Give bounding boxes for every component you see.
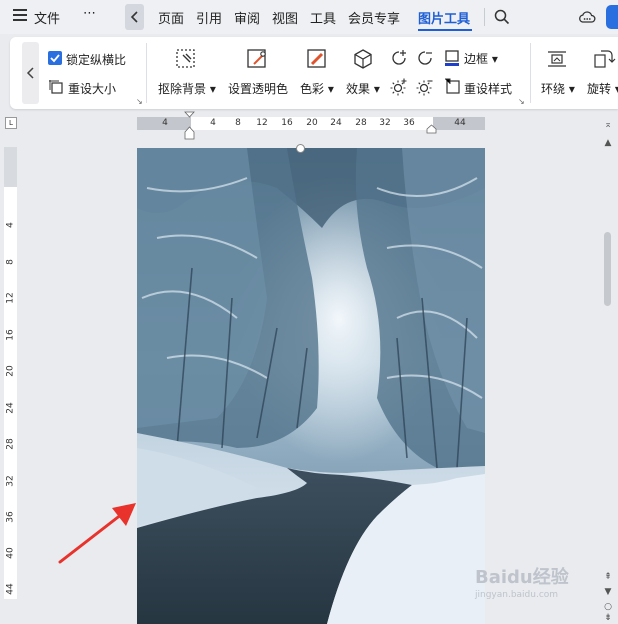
wrap-text-icon bbox=[548, 51, 566, 67]
reset-style-icon bbox=[445, 78, 460, 94]
wrap-text-button[interactable]: 环绕 ▾ bbox=[541, 80, 575, 97]
rotate-icon bbox=[594, 50, 616, 68]
menu-divider bbox=[484, 8, 485, 26]
baidu-jingyan-watermark: Baidu经验 jingyan.baidu.com bbox=[475, 567, 569, 601]
scroll-down-icon[interactable]: ▼ bbox=[600, 587, 616, 597]
ruler-tick: 8 bbox=[235, 118, 241, 128]
search-icon[interactable] bbox=[494, 9, 510, 25]
border-button[interactable]: 边框 ▾ bbox=[464, 50, 498, 67]
rotate-label: 旋转 bbox=[587, 82, 612, 96]
picture-dialog-launcher-icon[interactable]: ↘ bbox=[518, 97, 525, 106]
ruler-tick: 24 bbox=[330, 118, 342, 128]
watermark-url: jingyan.baidu.com bbox=[475, 590, 559, 600]
menu-icon[interactable] bbox=[13, 9, 27, 21]
check-icon bbox=[50, 54, 60, 63]
tab-references[interactable]: 引用 bbox=[196, 8, 222, 27]
vertical-ruler[interactable]: 4 8 12 16 20 24 28 32 36 40 44 bbox=[4, 147, 17, 599]
ruler-tick: 20 bbox=[306, 118, 318, 128]
vertical-scrollbar[interactable]: ⌅ ▲ ⇞ ▼ ○ ⇟ bbox=[600, 116, 616, 624]
reset-style-button[interactable]: 重设样式 bbox=[464, 80, 512, 97]
selection-handle-icon[interactable] bbox=[296, 144, 305, 153]
ribbon-divider bbox=[530, 43, 531, 103]
decrease-brightness-icon[interactable] bbox=[416, 78, 434, 96]
ruler-tick: 4 bbox=[5, 222, 16, 228]
increase-contrast-icon[interactable] bbox=[390, 49, 408, 67]
ruler-tick: 36 bbox=[5, 511, 16, 523]
remove-background-label: 抠除背景 bbox=[158, 82, 207, 96]
color-button[interactable]: 色彩 ▾ bbox=[300, 80, 334, 97]
ruler-tick: 4 bbox=[210, 118, 216, 128]
reset-size-button[interactable]: 重设大小 bbox=[68, 80, 116, 97]
effects-label: 效果 bbox=[346, 82, 371, 96]
chevron-left-icon bbox=[26, 67, 34, 79]
ribbon-divider bbox=[146, 43, 147, 103]
ruler-tick: 12 bbox=[5, 292, 16, 304]
red-annotation-arrow-icon bbox=[58, 503, 136, 564]
border-label: 边框 bbox=[464, 52, 489, 66]
tab-view[interactable]: 视图 bbox=[272, 8, 298, 27]
ruler-corner-icon[interactable]: L bbox=[5, 117, 17, 129]
document-page bbox=[137, 148, 485, 624]
menu-bar: 文件 ⋯ 页面 引用 审阅 视图 工具 会员专享 图片工具 bbox=[0, 0, 618, 34]
ruler-tick: 4 bbox=[162, 118, 168, 128]
ruler-tick: 24 bbox=[5, 402, 16, 414]
ruler-tick: 16 bbox=[5, 329, 16, 341]
ruler-tick: 32 bbox=[379, 118, 391, 128]
tab-page[interactable]: 页面 bbox=[158, 8, 184, 27]
ruler-tick: 44 bbox=[454, 118, 466, 128]
snowy-forest-road-image[interactable] bbox=[137, 148, 485, 624]
chevron-left-icon bbox=[130, 11, 138, 23]
watermark-brand: Baidu经验 bbox=[475, 567, 569, 588]
ruler-tick: 12 bbox=[256, 118, 268, 128]
ruler-tick: 32 bbox=[5, 475, 16, 487]
wrap-text-label: 环绕 bbox=[541, 82, 566, 96]
increase-brightness-icon[interactable] bbox=[390, 78, 408, 96]
effects-icon bbox=[354, 49, 372, 69]
vertical-ruler-body bbox=[4, 187, 17, 599]
share-button[interactable] bbox=[606, 5, 618, 29]
rotate-button[interactable]: 旋转 ▾ bbox=[587, 80, 618, 97]
set-transparent-icon bbox=[247, 49, 266, 68]
effects-button[interactable]: 效果 ▾ bbox=[346, 80, 380, 97]
scroll-up-icon[interactable]: ▲ bbox=[600, 138, 616, 148]
tab-member[interactable]: 会员专享 bbox=[348, 8, 400, 27]
scrollbar-thumb[interactable] bbox=[604, 232, 611, 306]
menu-file[interactable]: 文件 bbox=[34, 8, 60, 27]
active-tab-indicator bbox=[418, 29, 472, 31]
ruler-tick: 28 bbox=[5, 438, 16, 450]
set-transparent-button[interactable]: 设置透明色 bbox=[228, 80, 288, 97]
previous-page-icon[interactable]: ⇞ bbox=[600, 572, 616, 582]
ruler-tick: 20 bbox=[5, 365, 16, 377]
tab-scroll-left-button[interactable] bbox=[125, 4, 144, 30]
size-dialog-launcher-icon[interactable]: ↘ bbox=[136, 97, 143, 106]
tab-picture-tools[interactable]: 图片工具 bbox=[418, 8, 470, 27]
cloud-icon[interactable] bbox=[578, 9, 596, 25]
right-indent-marker-icon[interactable] bbox=[426, 124, 437, 134]
color-label: 色彩 bbox=[300, 82, 325, 96]
border-icon bbox=[445, 50, 459, 66]
color-icon bbox=[307, 49, 326, 68]
ruler-tick: 40 bbox=[5, 547, 16, 559]
ruler-tick: 28 bbox=[355, 118, 367, 128]
ruler-tick: 36 bbox=[403, 118, 415, 128]
select-browse-object-icon[interactable]: ○ bbox=[600, 602, 616, 612]
reset-size-icon bbox=[49, 80, 63, 94]
ribbon-scroll-left-button[interactable] bbox=[22, 42, 39, 104]
ruler-tick: 44 bbox=[5, 583, 16, 595]
remove-background-icon bbox=[176, 49, 195, 68]
lock-ratio-checkbox[interactable] bbox=[48, 51, 62, 65]
indent-marker-icon[interactable] bbox=[184, 111, 195, 140]
ruler-tick: 16 bbox=[281, 118, 293, 128]
tab-tools[interactable]: 工具 bbox=[310, 8, 336, 27]
scroll-top-icon[interactable]: ⌅ bbox=[600, 120, 616, 130]
next-page-icon[interactable]: ⇟ bbox=[600, 613, 616, 623]
ruler-tick: 8 bbox=[5, 259, 16, 265]
lock-ratio-label[interactable]: 锁定纵横比 bbox=[66, 51, 126, 68]
picture-tools-ribbon: 锁定纵横比 重设大小 ↘ 抠除背景 ▾ 设置透明色 色彩 ▾ 效果 ▾ 边框 ▾… bbox=[10, 37, 618, 109]
remove-background-button[interactable]: 抠除背景 ▾ bbox=[158, 80, 216, 97]
decrease-contrast-icon[interactable] bbox=[416, 49, 434, 67]
more-menu-icon[interactable]: ⋯ bbox=[83, 6, 96, 21]
tab-review[interactable]: 审阅 bbox=[234, 8, 260, 27]
